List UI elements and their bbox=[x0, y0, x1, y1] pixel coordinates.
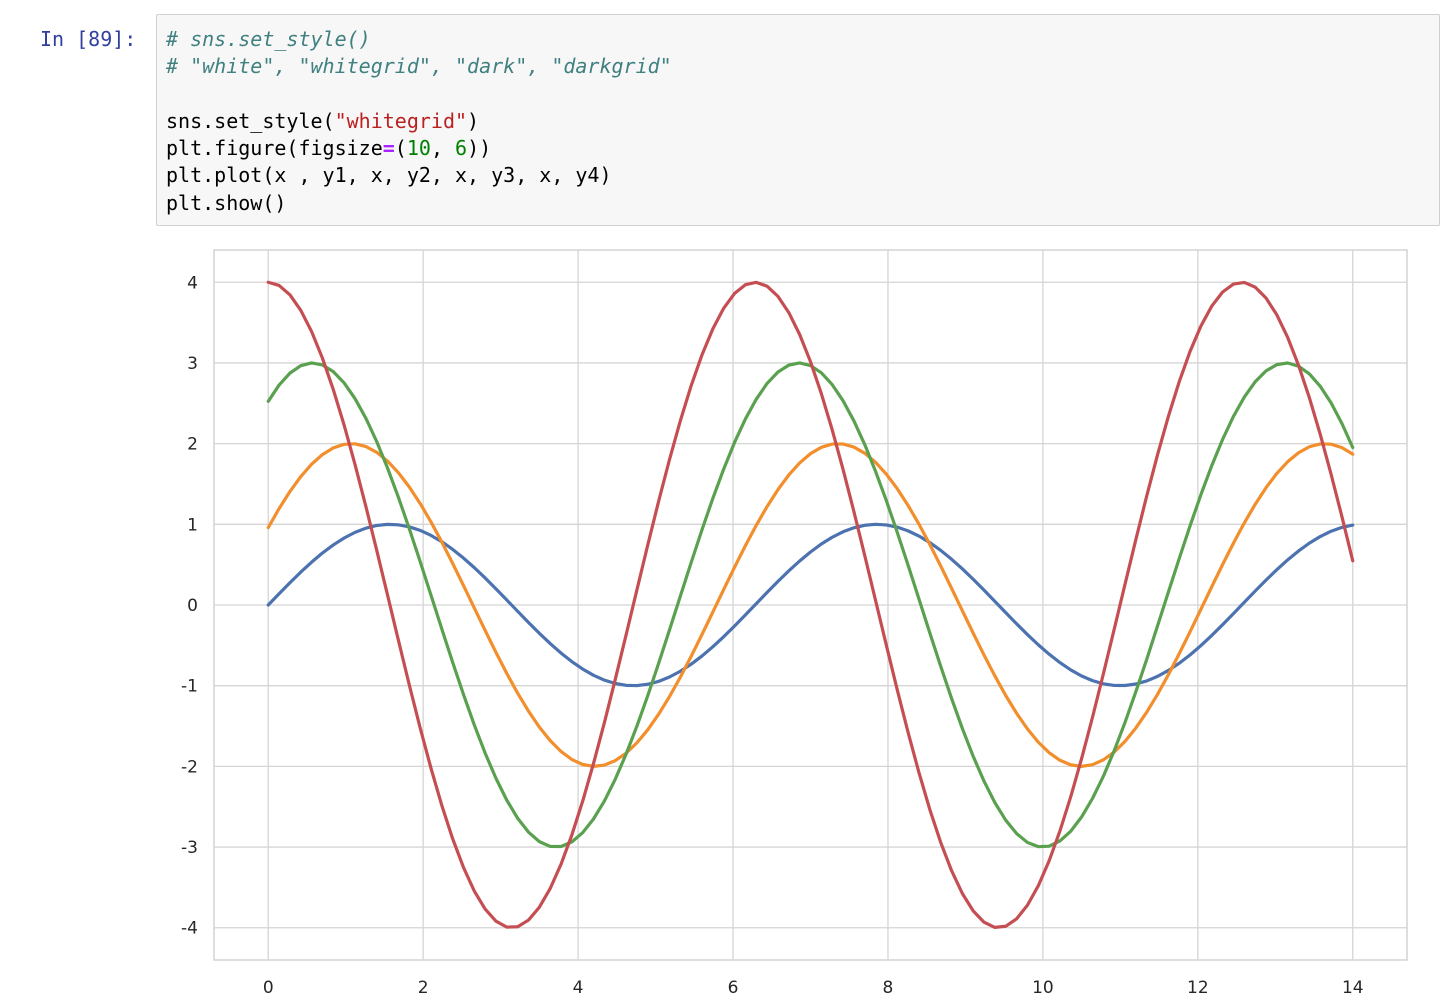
y-tick-label: 0 bbox=[187, 596, 198, 616]
code-number: 10 bbox=[406, 136, 431, 161]
x-tick-label: 12 bbox=[1187, 978, 1209, 998]
x-tick-label: 6 bbox=[728, 978, 739, 998]
code-text: plt.plot(x , y1, x, y2, x, y3, x, y4) bbox=[166, 163, 612, 188]
x-tick-label: 10 bbox=[1032, 978, 1054, 998]
code-number: 6 bbox=[455, 136, 468, 161]
cell-prompt: In [89]: bbox=[40, 27, 137, 51]
code-operator: = bbox=[382, 136, 395, 161]
x-tick-label: 2 bbox=[418, 978, 429, 998]
code-comment: # "white", "whitegrid", "dark", "darkgri… bbox=[166, 54, 672, 79]
y-tick-label: 1 bbox=[187, 515, 198, 535]
y-tick-label: -2 bbox=[181, 757, 198, 777]
x-tick-label: 8 bbox=[883, 978, 894, 998]
code-line: sns.set_style("whitegrid") bbox=[166, 108, 1439, 135]
code-line: plt.plot(x , y1, x, y2, x, y3, x, y4) bbox=[166, 162, 1439, 189]
code-text: plt.figure(figsize bbox=[166, 136, 383, 161]
line-chart: 0 2 4 6 8 10 12 1443210-1-2-3-4 bbox=[181, 249, 1408, 998]
y-tick-label: -4 bbox=[181, 919, 198, 939]
code-text: , bbox=[430, 136, 456, 161]
code-line: plt.figure(figsize=(10, 6)) bbox=[166, 135, 1439, 162]
code-text: ( bbox=[394, 136, 407, 161]
code-line: # sns.set_style() bbox=[166, 26, 1439, 53]
y-tick-label: 2 bbox=[187, 435, 198, 455]
code-string: "whitegrid" bbox=[334, 108, 468, 133]
y-tick-label: -1 bbox=[181, 677, 198, 697]
code-comment: # sns.set_style() bbox=[166, 27, 371, 51]
y-tick-label: 3 bbox=[187, 354, 198, 374]
y-tick-label: -3 bbox=[181, 838, 198, 858]
code-line: # "white", "whitegrid", "dark", "darkgri… bbox=[166, 53, 1439, 80]
chart-output: 0 2 4 6 8 10 12 14 4 3 2 1 0 -1 -2 -3 -4 bbox=[0, 230, 1444, 1000]
y-tick-label: 4 bbox=[187, 273, 198, 293]
code-text: sns.set_style( bbox=[166, 108, 335, 133]
x-tick-label: 4 bbox=[573, 978, 584, 998]
code-line: plt.show() bbox=[166, 190, 1439, 217]
code-text: )) bbox=[467, 136, 492, 161]
x-tick-label: 0 bbox=[263, 978, 274, 998]
code-text: ) bbox=[467, 108, 480, 133]
x-tick-label: 14 bbox=[1342, 978, 1364, 998]
code-text: plt.show() bbox=[166, 190, 287, 215]
code-cell-input[interactable]: # sns.set_style() # "white", "whitegrid"… bbox=[156, 14, 1440, 226]
